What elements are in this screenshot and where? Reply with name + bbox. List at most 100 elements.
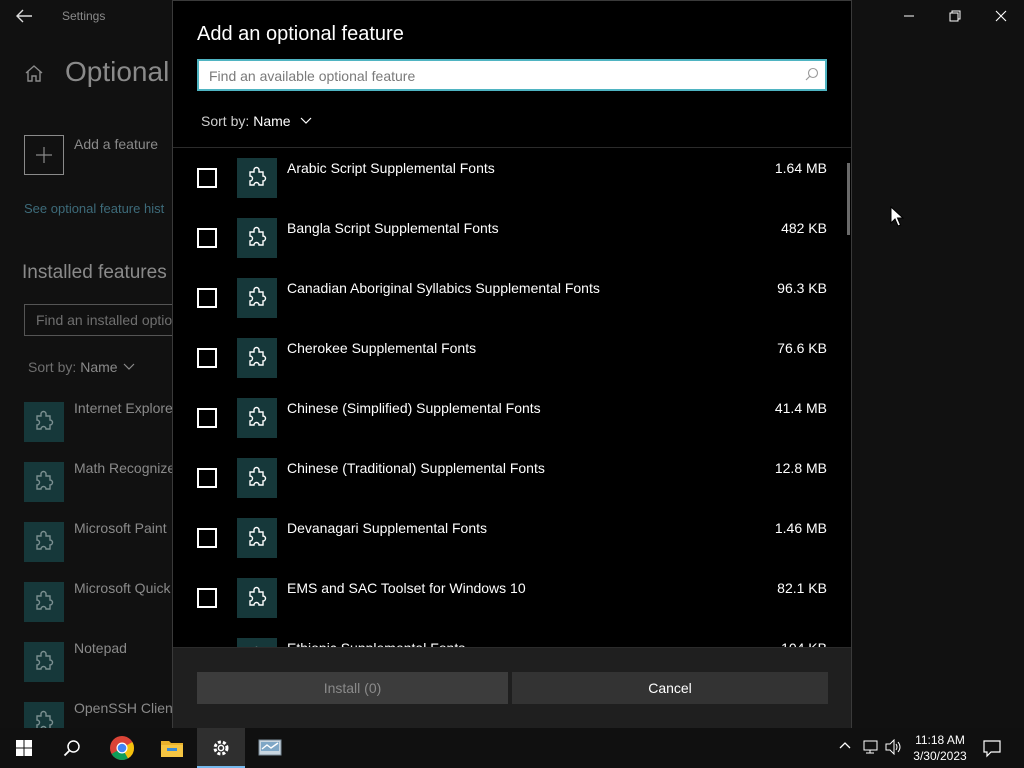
feature-size: 482 KB xyxy=(781,220,827,236)
feature-name: EMS and SAC Toolset for Windows 10 xyxy=(287,580,526,596)
chrome-icon[interactable] xyxy=(98,728,146,768)
installed-sort[interactable]: Sort by: Name xyxy=(28,359,136,375)
feature-size: 82.1 KB xyxy=(777,580,827,596)
add-optional-feature-dialog: Add an optional feature Sort by: Name Ar… xyxy=(172,0,852,728)
plus-icon[interactable] xyxy=(24,135,64,175)
feature-row[interactable]: Canadian Aboriginal Syllabics Supplement… xyxy=(173,268,851,328)
volume-icon[interactable] xyxy=(885,739,903,755)
feature-checkbox[interactable] xyxy=(197,468,217,488)
feature-row[interactable]: Cherokee Supplemental Fonts 76.6 KB xyxy=(173,328,851,388)
installed-feature-label: Math Recognize xyxy=(74,460,176,476)
home-icon[interactable] xyxy=(24,64,44,82)
feature-row[interactable]: Bangla Script Supplemental Fonts 482 KB xyxy=(173,208,851,268)
feature-name: Chinese (Traditional) Supplemental Fonts xyxy=(287,460,545,476)
control-panel-icon[interactable] xyxy=(246,728,294,768)
install-button[interactable]: Install (0) xyxy=(197,672,508,704)
page-title: Optional xyxy=(65,56,170,87)
close-icon[interactable] xyxy=(978,0,1024,32)
puzzle-icon xyxy=(237,398,277,438)
puzzle-icon xyxy=(237,518,277,558)
feature-size: 12.8 MB xyxy=(774,460,827,476)
taskbar: 11:18 AM 3/30/2023 xyxy=(0,728,1024,768)
installed-feature-item[interactable]: Microsoft Paint xyxy=(24,520,184,562)
back-arrow-icon[interactable] xyxy=(14,8,34,24)
feature-checkbox[interactable] xyxy=(197,288,217,308)
clock-date: 3/30/2023 xyxy=(913,749,967,763)
feature-row[interactable]: Chinese (Simplified) Supplemental Fonts 4… xyxy=(173,388,851,448)
feature-size: 104 KB xyxy=(781,640,827,647)
puzzle-icon xyxy=(24,522,64,562)
taskbar-search-icon[interactable] xyxy=(48,728,96,768)
installed-feature-label: Internet Explore xyxy=(74,400,173,416)
installed-feature-label: Notepad xyxy=(74,640,127,656)
puzzle-icon xyxy=(24,462,64,502)
feature-checkbox[interactable] xyxy=(197,228,217,248)
puzzle-icon xyxy=(237,278,277,318)
dialog-title: Add an optional feature xyxy=(197,23,404,45)
feature-size: 96.3 KB xyxy=(777,280,827,296)
feature-checkbox[interactable] xyxy=(197,588,217,608)
feature-name: Cherokee Supplemental Fonts xyxy=(287,340,477,356)
notifications-icon[interactable] xyxy=(982,738,1002,758)
chevron-down-icon xyxy=(122,362,136,372)
puzzle-icon xyxy=(237,578,277,618)
feature-search-box[interactable] xyxy=(197,59,827,91)
feature-size: 1.64 MB xyxy=(774,160,827,176)
clock-time: 11:18 AM xyxy=(915,733,965,747)
puzzle-icon xyxy=(237,338,277,378)
feature-checkbox[interactable] xyxy=(197,168,217,188)
feature-size: 76.6 KB xyxy=(777,340,827,356)
show-hidden-icons-icon[interactable] xyxy=(838,740,852,750)
feature-name: Chinese (Simplified) Supplemental Fonts xyxy=(287,400,541,416)
search-icon[interactable] xyxy=(805,67,819,81)
puzzle-icon xyxy=(237,638,277,647)
feature-search-input[interactable] xyxy=(209,66,789,86)
mouse-cursor-icon xyxy=(890,206,904,228)
puzzle-icon xyxy=(237,458,277,498)
feature-name: Arabic Script Supplemental Fonts xyxy=(287,160,495,176)
feature-row[interactable]: Ethiopic Supplemental Fonts 104 KB xyxy=(173,628,851,647)
feature-history-link[interactable]: See optional feature hist xyxy=(24,201,164,216)
installed-feature-label: OpenSSH Client xyxy=(74,700,177,716)
settings-taskbar-icon[interactable] xyxy=(197,728,245,768)
add-feature-label[interactable]: Add a feature xyxy=(74,136,158,152)
feature-row[interactable]: EMS and SAC Toolset for Windows 10 82.1 K… xyxy=(173,568,851,628)
installed-feature-label: Microsoft Paint xyxy=(74,520,167,536)
start-icon[interactable] xyxy=(0,728,48,768)
puzzle-icon xyxy=(237,158,277,198)
feature-name: Bangla Script Supplemental Fonts xyxy=(287,220,499,236)
cancel-button[interactable]: Cancel xyxy=(512,672,828,704)
system-clock[interactable]: 11:18 AM 3/30/2023 xyxy=(908,732,972,764)
feature-size: 41.4 MB xyxy=(774,400,827,416)
sort-label: Sort by: xyxy=(28,359,77,375)
restore-icon[interactable] xyxy=(932,0,978,32)
installed-features-heading: Installed features xyxy=(22,262,167,283)
minimize-icon[interactable] xyxy=(886,0,932,32)
file-explorer-icon[interactable] xyxy=(148,728,196,768)
installed-feature-item[interactable]: Microsoft Quick xyxy=(24,580,184,622)
sort-dropdown[interactable]: Sort by: Name xyxy=(201,113,313,129)
feature-row[interactable]: Arabic Script Supplemental Fonts 1.64 MB xyxy=(173,148,851,208)
installed-feature-item[interactable]: Notepad xyxy=(24,640,184,682)
window-title: Settings xyxy=(62,9,106,23)
network-icon[interactable] xyxy=(862,739,880,755)
sort-value: Name xyxy=(253,113,291,129)
puzzle-icon xyxy=(237,218,277,258)
feature-row[interactable]: Chinese (Traditional) Supplemental Fonts… xyxy=(173,448,851,508)
puzzle-icon xyxy=(24,642,64,682)
feature-list: Arabic Script Supplemental Fonts 1.64 MB B… xyxy=(173,148,851,647)
puzzle-icon xyxy=(24,582,64,622)
feature-name: Canadian Aboriginal Syllabics Supplement… xyxy=(287,280,600,296)
installed-feature-item[interactable]: Math Recognize xyxy=(24,460,184,502)
feature-checkbox[interactable] xyxy=(197,348,217,368)
feature-checkbox[interactable] xyxy=(197,408,217,428)
scrollbar-thumb[interactable] xyxy=(847,163,850,235)
sort-value: Name xyxy=(80,359,118,375)
feature-checkbox[interactable] xyxy=(197,528,217,548)
feature-name: Devanagari Supplemental Fonts xyxy=(287,520,488,536)
puzzle-icon xyxy=(24,402,64,442)
installed-feature-item[interactable]: Internet Explore xyxy=(24,400,184,442)
feature-row[interactable]: Devanagari Supplemental Fonts 1.46 MB xyxy=(173,508,851,568)
installed-search-input[interactable]: Find an installed optio xyxy=(24,304,184,336)
chevron-down-icon xyxy=(299,116,313,126)
